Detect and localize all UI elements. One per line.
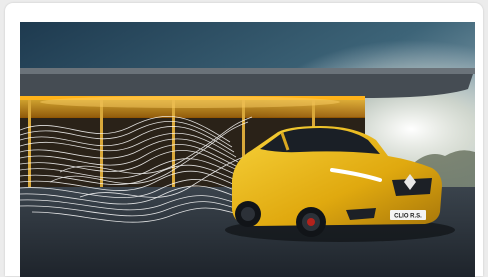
rear-wheel-rim	[241, 207, 255, 221]
car-lower-intake	[346, 208, 376, 220]
brake-caliper	[307, 218, 315, 226]
canopy-edge	[20, 68, 475, 74]
car-photo[interactable]: CLIO R.S.	[20, 22, 475, 277]
car-photo-illustration: CLIO R.S.	[20, 22, 475, 277]
license-plate-text: CLIO R.S.	[394, 214, 422, 220]
image-card: CLIO R.S.	[5, 3, 483, 277]
canopy-light-glow	[40, 96, 340, 108]
